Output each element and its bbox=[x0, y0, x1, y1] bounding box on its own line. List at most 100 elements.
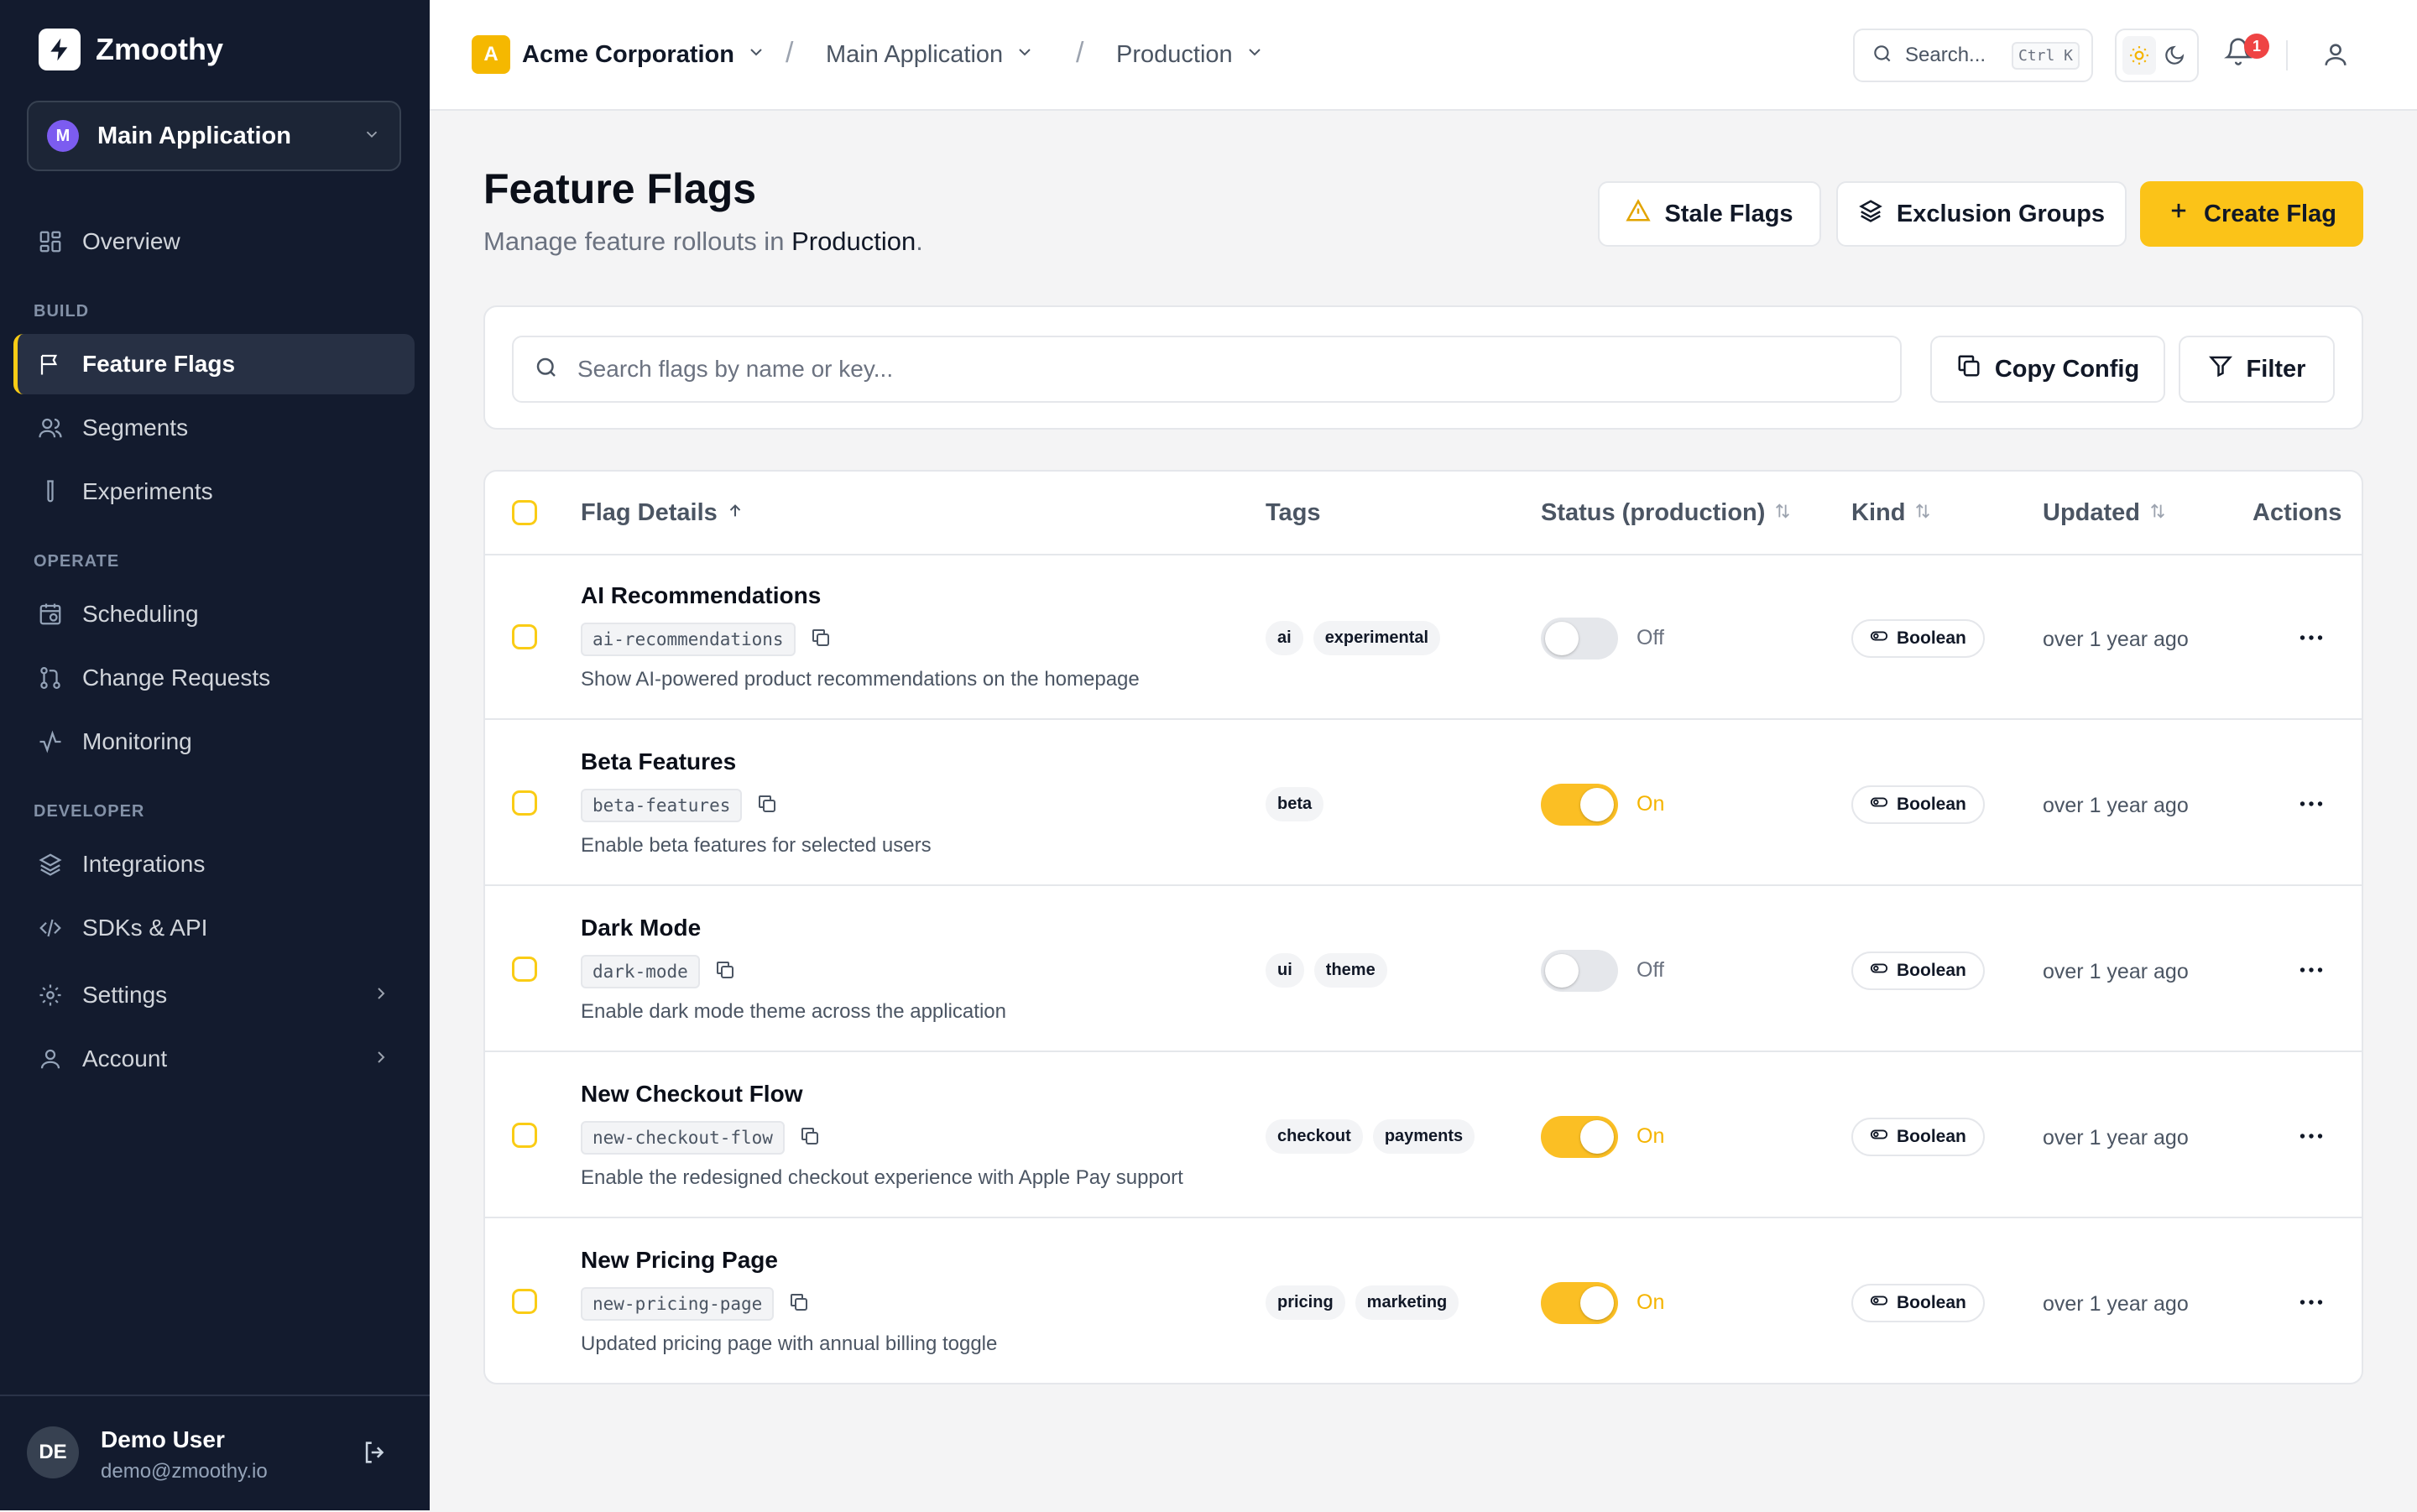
avatar[interactable]: DE bbox=[27, 1426, 79, 1478]
copy-icon[interactable] bbox=[789, 1292, 809, 1316]
flag-search-field[interactable] bbox=[512, 336, 1902, 403]
table-row[interactable]: Beta Features beta-features Enable beta … bbox=[485, 720, 2362, 886]
gear-icon bbox=[37, 982, 64, 1009]
more-horizontal-icon[interactable] bbox=[2296, 1287, 2326, 1322]
page-subtitle-env: Production bbox=[791, 227, 916, 256]
table-row[interactable]: New Pricing Page new-pricing-page Update… bbox=[485, 1218, 2362, 1383]
status-toggle[interactable] bbox=[1541, 1282, 1618, 1324]
sidebar-item-change-requests[interactable]: Change Requests bbox=[13, 648, 415, 708]
flags-table: Flag Details Tags Status (production) Ki… bbox=[483, 470, 2363, 1384]
sidebar-item-segments[interactable]: Segments bbox=[13, 398, 415, 458]
table-row[interactable]: Dark Mode dark-mode Enable dark mode the… bbox=[485, 886, 2362, 1052]
row-checkbox[interactable] bbox=[512, 957, 537, 982]
more-horizontal-icon[interactable] bbox=[2296, 955, 2326, 989]
stale-flags-button[interactable]: Stale Flags bbox=[1598, 181, 1821, 247]
row-checkbox[interactable] bbox=[512, 790, 537, 816]
flag-key-group: ai-recommendations bbox=[581, 623, 831, 656]
checkbox[interactable] bbox=[512, 500, 537, 525]
exclusion-groups-button[interactable]: Exclusion Groups bbox=[1836, 181, 2127, 247]
status-toggle[interactable] bbox=[1541, 950, 1618, 992]
status-toggle[interactable] bbox=[1541, 618, 1618, 660]
filter-button[interactable]: Filter bbox=[2179, 336, 2335, 403]
column-tags: Tags bbox=[1266, 472, 1321, 554]
chevron-right-icon bbox=[371, 983, 391, 1008]
status-text: On bbox=[1637, 1124, 1665, 1148]
table-row[interactable]: AI Recommendations ai-recommendations Sh… bbox=[485, 554, 2362, 720]
updated-time: over 1 year ago bbox=[2043, 628, 2189, 651]
status-toggle[interactable] bbox=[1541, 1116, 1618, 1158]
flag-description: Updated pricing page with annual billing… bbox=[581, 1332, 998, 1355]
flag-search-input[interactable] bbox=[576, 355, 1900, 383]
kind-label: Boolean bbox=[1897, 795, 1966, 814]
flag-name[interactable]: New Pricing Page bbox=[581, 1247, 778, 1274]
sidebar-item-overview[interactable]: Overview bbox=[13, 211, 415, 272]
flag-name[interactable]: AI Recommendations bbox=[581, 582, 821, 609]
global-search-button[interactable]: Search... Ctrl K bbox=[1853, 29, 2093, 82]
sidebar-item-feature-flags[interactable]: Feature Flags bbox=[13, 334, 415, 394]
copy-icon[interactable] bbox=[811, 628, 831, 652]
status-text: Off bbox=[1637, 958, 1664, 982]
copy-config-button[interactable]: Copy Config bbox=[1930, 336, 2165, 403]
sidebar-item-label: Monitoring bbox=[82, 728, 192, 754]
updated-time: over 1 year ago bbox=[2043, 1126, 2189, 1150]
code-icon bbox=[37, 915, 64, 941]
flag-name[interactable]: New Checkout Flow bbox=[581, 1081, 802, 1108]
flag-name[interactable]: Dark Mode bbox=[581, 915, 701, 941]
app-badge: M bbox=[47, 120, 79, 152]
copy-icon[interactable] bbox=[715, 960, 735, 984]
copy-icon[interactable] bbox=[757, 794, 777, 818]
user-icon[interactable] bbox=[2321, 40, 2350, 73]
breadcrumb-separator: / bbox=[1076, 37, 1084, 69]
status-toggle[interactable] bbox=[1541, 784, 1618, 826]
sidebar-item-label: Scheduling bbox=[82, 601, 199, 627]
column-status[interactable]: Status (production) bbox=[1541, 472, 1792, 554]
breadcrumb-env[interactable]: Production bbox=[1116, 0, 1265, 109]
sidebar-item-experiments[interactable]: Experiments bbox=[13, 461, 415, 522]
breadcrumb-app-label: Main Application bbox=[826, 40, 1004, 68]
sidebar-item-settings[interactable]: Settings bbox=[13, 965, 415, 1025]
select-all-checkbox[interactable] bbox=[512, 472, 537, 554]
column-kind[interactable]: Kind bbox=[1851, 472, 1932, 554]
sun-icon[interactable] bbox=[2122, 36, 2156, 75]
column-updated[interactable]: Updated bbox=[2043, 472, 2167, 554]
moon-icon[interactable] bbox=[2158, 36, 2191, 75]
column-label: Kind bbox=[1851, 498, 1906, 526]
breadcrumb-app[interactable]: Main Application bbox=[826, 0, 1035, 109]
copy-icon bbox=[1956, 353, 1981, 385]
row-checkbox[interactable] bbox=[512, 1123, 537, 1148]
tag: checkout bbox=[1266, 1119, 1363, 1154]
sidebar-item-sdks-api[interactable]: SDKs & API bbox=[13, 898, 415, 958]
row-checkbox[interactable] bbox=[512, 624, 537, 649]
breadcrumb-org[interactable]: A Acme Corporation bbox=[472, 0, 766, 109]
flag-key: new-checkout-flow bbox=[581, 1121, 785, 1155]
more-horizontal-icon[interactable] bbox=[2296, 789, 2326, 823]
tag-list: ui theme bbox=[1266, 953, 1387, 988]
filter-label: Filter bbox=[2246, 355, 2306, 383]
updated-time: over 1 year ago bbox=[2043, 1292, 2189, 1316]
flag-name[interactable]: Beta Features bbox=[581, 748, 736, 775]
flag-description: Enable the redesigned checkout experienc… bbox=[581, 1166, 1183, 1189]
user-icon bbox=[37, 1045, 64, 1072]
kind-badge: Boolean bbox=[1851, 952, 1985, 990]
sort-icon bbox=[1773, 499, 1792, 527]
tag: pricing bbox=[1266, 1285, 1345, 1320]
row-checkbox[interactable] bbox=[512, 1289, 537, 1314]
sidebar-item-scheduling[interactable]: Scheduling bbox=[13, 584, 415, 644]
column-flag-details[interactable]: Flag Details bbox=[581, 472, 744, 554]
logout-icon[interactable] bbox=[361, 1438, 389, 1471]
sidebar: Zmoothy M Main Application Overview BUIL… bbox=[0, 0, 430, 1510]
nav-section-developer: DEVELOPER bbox=[34, 802, 145, 821]
copy-icon[interactable] bbox=[800, 1126, 820, 1150]
column-label: Status (production) bbox=[1541, 498, 1766, 526]
sidebar-item-account[interactable]: Account bbox=[13, 1029, 415, 1089]
sidebar-item-integrations[interactable]: Integrations bbox=[13, 834, 415, 894]
create-flag-button[interactable]: Create Flag bbox=[2140, 181, 2363, 247]
flag-key-group: dark-mode bbox=[581, 955, 735, 988]
app-switcher[interactable]: M Main Application bbox=[27, 101, 401, 171]
more-horizontal-icon[interactable] bbox=[2296, 1121, 2326, 1155]
sidebar-item-monitoring[interactable]: Monitoring bbox=[13, 712, 415, 772]
brand[interactable]: Zmoothy bbox=[39, 29, 223, 70]
table-row[interactable]: New Checkout Flow new-checkout-flow Enab… bbox=[485, 1052, 2362, 1218]
app-switcher-label: Main Application bbox=[97, 122, 291, 149]
more-horizontal-icon[interactable] bbox=[2296, 623, 2326, 657]
